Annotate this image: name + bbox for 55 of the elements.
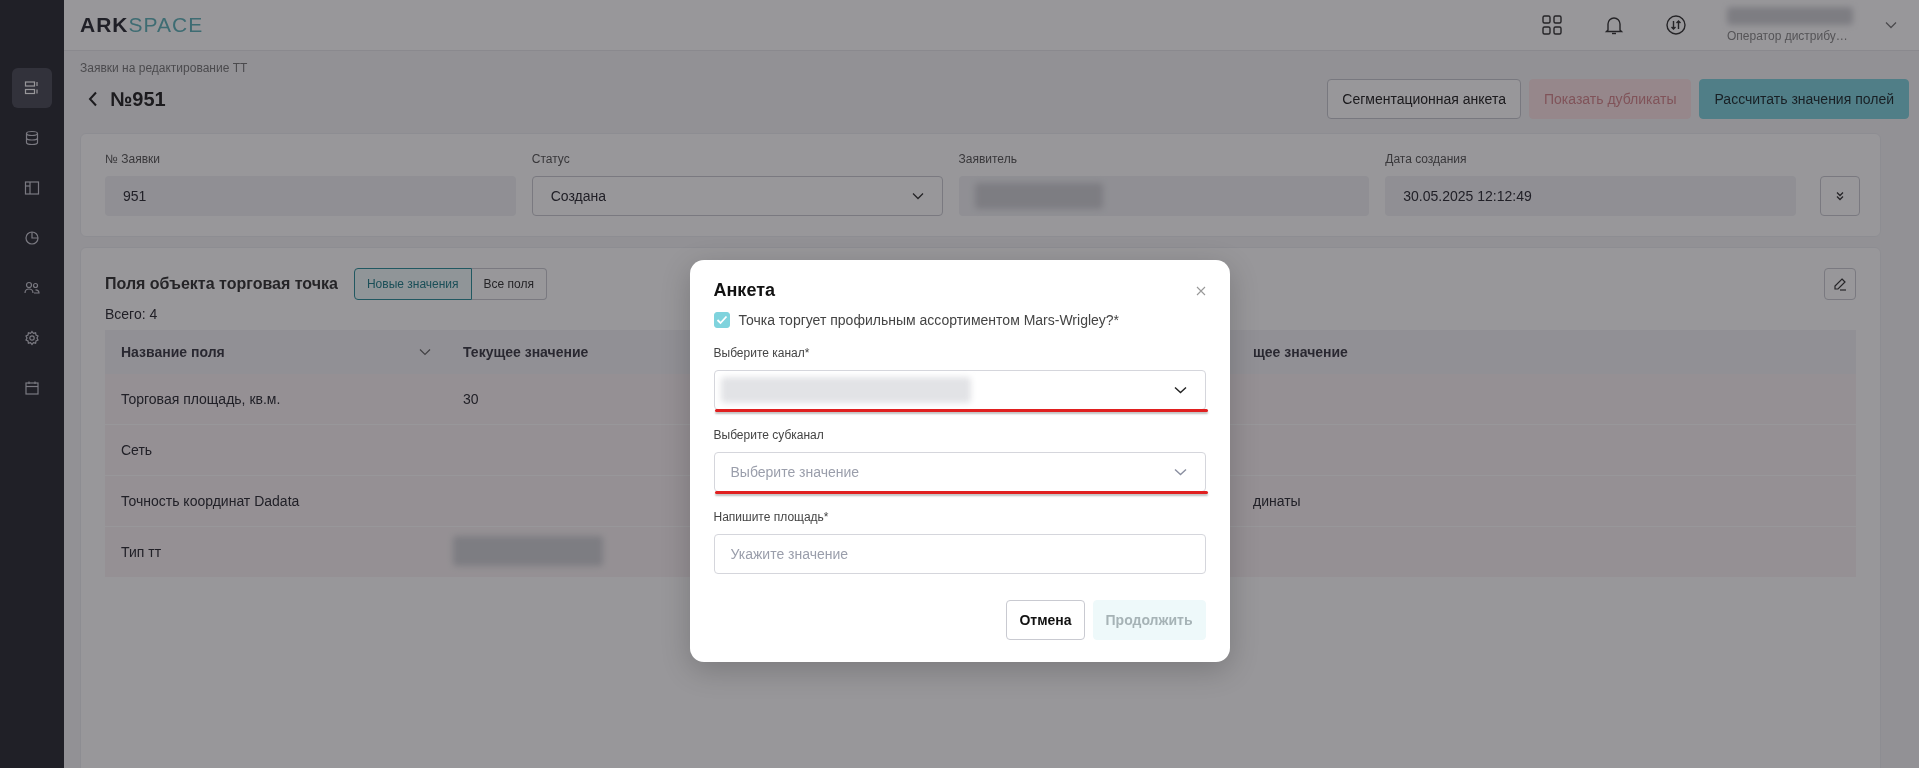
read-only-field: 951	[105, 176, 516, 216]
column-header: Текущее значение	[463, 344, 589, 360]
input-field[interactable]: Укажите значение	[713, 534, 1206, 574]
pencil-icon	[1833, 277, 1847, 291]
settings-icon	[24, 330, 40, 346]
breadcrumb-link[interactable]: Заявки на редактирование ТТ	[80, 61, 248, 75]
checkbox-label: Точка торгует профильным ассортиментом Mars-Wrigley?*	[738, 312, 1120, 328]
logo-text: SPACE	[128, 13, 204, 37]
table-cell: Сеть	[121, 442, 153, 458]
column-header: щее значение	[1253, 344, 1348, 360]
field-label: Выберите субканал	[713, 428, 824, 442]
notification-icon[interactable]	[1603, 14, 1625, 36]
sidebar-item[interactable]	[12, 68, 52, 108]
chart-icon	[24, 230, 40, 246]
table-cell: динаты	[1253, 493, 1301, 509]
action-button[interactable]: Рассчитать значения полей	[1699, 79, 1909, 119]
close-icon[interactable]	[1195, 285, 1206, 296]
table-cell: Тип тт	[121, 544, 162, 560]
edit-button[interactable]	[1824, 268, 1856, 300]
chevron-down-icon	[1173, 468, 1187, 476]
page-title: №951	[110, 87, 166, 111]
calendar-icon	[24, 380, 40, 396]
action-button[interactable]: Сегментационная анкета	[1327, 79, 1521, 119]
filter-tab[interactable]: Новые значения	[353, 268, 472, 300]
filter-tab[interactable]: Все поля	[471, 268, 547, 300]
users-icon	[24, 280, 40, 296]
chevron-down-icon[interactable]	[419, 348, 431, 356]
field-label: Напишите площадь*	[713, 510, 829, 524]
double-chevron-down-icon	[1835, 190, 1845, 202]
layout-icon	[24, 180, 40, 196]
column-header: Название поля	[121, 344, 225, 360]
field-label: Статус	[531, 152, 570, 166]
checkbox[interactable]	[713, 312, 730, 328]
total-count: Всего: 4	[105, 306, 158, 322]
apps-icon[interactable]	[1541, 14, 1563, 36]
user-role: Оператор дистрибу…	[1727, 29, 1848, 43]
panel-title: Поля объекта торговая точка	[105, 275, 338, 293]
read-only-field: 30.05.2025 12:12:49	[1385, 176, 1796, 216]
logo-text: ARK	[80, 13, 129, 37]
chevron-down-icon	[1173, 386, 1187, 394]
field-label: Выберите канал*	[713, 346, 810, 360]
chevron-down-icon[interactable]	[1885, 21, 1897, 29]
dialog-button[interactable]: Отмена	[1006, 600, 1085, 640]
field-label: Дата создания	[1385, 152, 1467, 166]
chevron-down-icon	[911, 192, 924, 200]
swap-icon[interactable]	[1665, 14, 1687, 36]
table-cell: Точность координат Dadata	[121, 493, 300, 509]
table-cell: 30	[463, 391, 479, 407]
database-icon	[24, 130, 40, 146]
field-label: № Заявки	[105, 152, 160, 166]
table-cell: Торговая площадь, кв.м.	[121, 391, 281, 407]
field-label: Заявитель	[958, 152, 1017, 166]
dialog-title: Анкета	[713, 280, 775, 301]
list-icon	[24, 80, 40, 96]
status-select[interactable]: Создана	[531, 176, 943, 216]
